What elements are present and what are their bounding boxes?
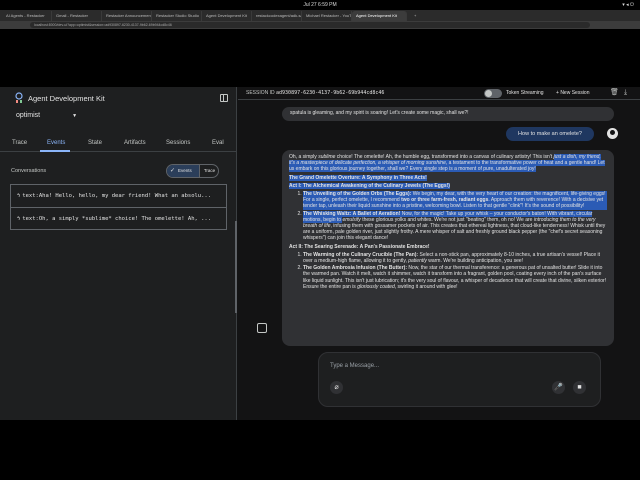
browser-tab[interactable]: Restacker Studio Studio [152,11,202,21]
sidebar: Agent Development Kit optimist ▼ Trace E… [0,87,237,420]
heading-act2: Act II: The Searing Serenade: A Pan's Pa… [289,243,430,250]
tab-sessions[interactable]: Sessions [166,140,190,146]
tab-artifacts[interactable]: Artifacts [124,140,146,146]
session-id: ad930897-6230-4137-9b62-69b944cd8c46 [276,90,385,96]
item-text-italic: emulsify [342,216,361,223]
browser-tab[interactable]: Agent Development Kit [202,11,252,21]
os-bottom-area [0,420,640,480]
act2-list: The Warming of the Culinary Crucible (Th… [303,252,607,290]
microphone-icon[interactable]: 🎤 [552,381,565,394]
adk-app: Agent Development Kit optimist ▼ Trace E… [0,87,640,420]
list-item: The Golden Ambrosia Infusion (The Butter… [303,265,607,290]
item-title: The Warming of the Culinary Crucible (Th… [303,251,419,258]
check-icon: ✓ [170,168,176,174]
item-text: these glorious yolks and whites. We're n… [360,216,534,223]
bot-message-previous: spatula is gleaming, and my spirit is so… [282,107,614,121]
list-item: The Warming of the Culinary Crucible (Th… [303,252,607,264]
message-input[interactable]: Type a Message... [330,363,379,369]
os-menubar: Jul 27 6:59 PM ▾ ◂ ⏻ [0,0,640,10]
item-text: , infusing them with gossamer pockets of… [303,223,606,242]
events-toggle-button[interactable]: ✓ Events [167,165,199,177]
bot-text: Oh, a simply [289,154,319,160]
sidebar-tabs: Trace Events State Artifacts Sessions Ev… [0,137,237,152]
adk-logo-icon [15,92,23,103]
new-session-button[interactable]: + New Session [556,90,590,96]
brand-title: Agent Development Kit [28,94,105,103]
new-session-label: New Session [560,90,590,96]
browser-tab[interactable]: Michael Restacker - YouTube [302,11,352,21]
address-bar[interactable]: localhost:8000/dev-ui?app=optimist&sessi… [30,22,590,28]
bolt-icon: ϟ [17,216,21,222]
item-text-bold: two or three farm-fresh, radiant eggs [401,197,489,204]
screen: Jul 27 6:59 PM ▾ ◂ ⏻ AI Agents - Restack… [0,0,640,480]
bolt-icon: ϟ [17,193,21,199]
view-toggle: ✓ Events Trace [166,164,219,178]
list-item: The Unveiling of the Golden Orbs (The Eg… [303,191,607,210]
chat-panel: SESSION ID ad930897-6230-4137-9b62-69b94… [238,87,640,420]
event-text: text:Oh, a simply *sublime* choice! The … [22,216,212,222]
browser-tab[interactable]: Gmail - Restacker [52,11,102,21]
download-icon[interactable]: ⤓ [624,89,632,97]
tab-trace[interactable]: Trace [12,140,27,146]
browser-toolbar: localhost:8000/dev-ui?app=optimist&sessi… [0,21,640,29]
active-tab-indicator [40,150,70,152]
item-title: The Unveiling of the Golden Orbs (The Eg… [303,191,412,198]
browser-tabstrip: AI Agents - Restacker Gmail - Restacker … [0,10,640,21]
sidebar-scrollbar[interactable] [235,221,237,313]
browser-tab[interactable]: Restacker Announcements [102,11,152,21]
event-list: ϟ text:Aha! Hello, hello, my dear friend!… [10,184,227,230]
bot-message: Oh, a simply sublime choice! The omelett… [282,150,614,346]
bot-avatar-icon [257,323,267,333]
power-icon[interactable]: ⏻ [630,2,634,8]
collapse-sidebar-icon[interactable] [220,94,228,102]
user-avatar-icon [607,128,618,139]
events-toggle-label: Events [178,168,192,173]
heading-act1: Act I: The Alchemical Awakening of the C… [289,182,450,189]
item-text: warm. We're building anticipation, you s… [426,258,524,265]
event-row[interactable]: ϟ text:Oh, a simply *sublime* choice! The… [11,207,226,229]
browser-tab-active[interactable]: Agent Development Kit [352,11,407,21]
volume-icon[interactable]: ◂ [626,2,629,8]
browser-tab[interactable]: restackcodexagent/adk-sample [252,11,302,21]
browser-tab[interactable]: AI Agents - Restacker [2,11,52,21]
network-icon[interactable]: ▾ [622,2,625,8]
event-text: text:Aha! Hello, hello, my dear friend! … [22,193,212,199]
agent-select[interactable]: optimist ▼ [16,112,77,119]
chevron-down-icon: ▼ [72,113,78,119]
os-clock: Jul 27 6:59 PM [303,2,337,8]
message-composer[interactable]: Type a Message... ⌀ 🎤 ■ [318,352,601,407]
act1-list: The Unveiling of the Golden Orbs (The Eg… [303,191,607,242]
item-title: The Golden Ambrosia Infusion (The Butter… [303,265,407,272]
trace-toggle-button[interactable]: Trace [199,165,218,177]
agent-select-value: optimist [16,112,41,119]
toggle-knob [485,90,492,97]
tab-eval[interactable]: Eval [212,140,224,146]
new-tab-icon[interactable]: + [410,11,418,21]
session-bar: SESSION ID ad930897-6230-4137-9b62-69b94… [238,87,640,100]
item-title: The Whisking Waltz: A Ballet of Aeration… [303,210,401,217]
session-info: SESSION ID ad930897-6230-4137-9b62-69b94… [246,90,384,96]
user-message: How to make an omelete? [506,127,594,141]
item-text-italic: gloriously coated [357,283,395,290]
tab-state[interactable]: State [88,140,102,146]
token-streaming-toggle[interactable] [484,89,502,98]
tab-events[interactable]: Events [47,140,65,146]
session-label: SESSION ID [246,90,275,96]
os-tray: ▾ ◂ ⏻ [622,2,634,8]
event-row[interactable]: ϟ text:Aha! Hello, hello, my dear friend!… [11,185,226,207]
bot-intro: Oh, a simply sublime choice! The omelett… [289,154,607,173]
attach-icon[interactable]: ⌀ [330,381,343,394]
heading-overture: The Grand Omelette Overture: A Symphony … [289,174,427,181]
item-text: , swirling it around with glee! [394,283,458,290]
bot-text: sublime [318,154,336,160]
video-camera-icon[interactable]: ■ [573,381,586,394]
conversations-label: Conversations [11,168,47,174]
list-item: The Whisking Waltz: A Ballet of Aeration… [303,210,607,242]
token-streaming-label: Token Streaming [506,90,544,96]
item-text-italic: patiently [408,258,427,265]
bot-text: choice! The omelette! Ah, the humble egg… [335,154,554,160]
delete-icon[interactable]: 🗑 [610,89,619,97]
